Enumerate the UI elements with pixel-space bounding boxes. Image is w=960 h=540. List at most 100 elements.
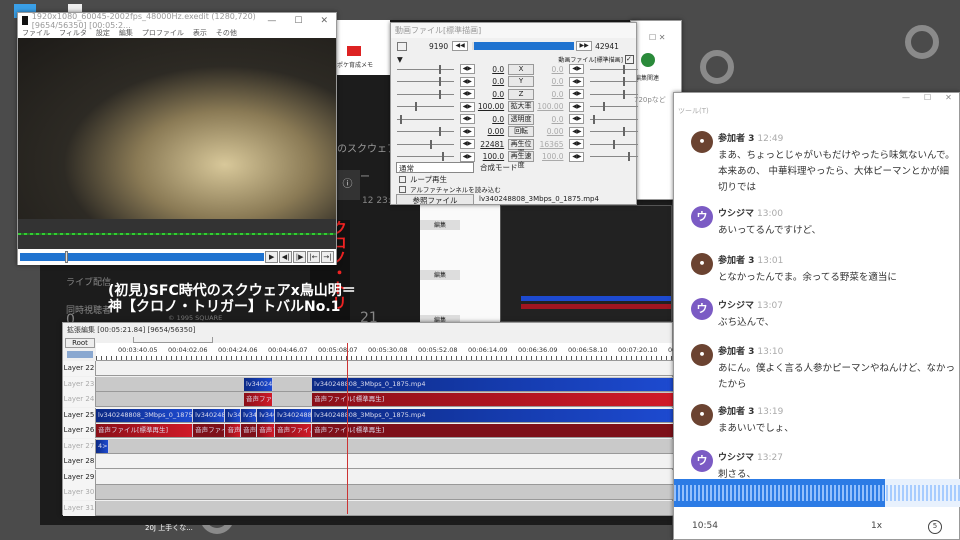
param-slider-left[interactable]: [397, 89, 454, 99]
param-end-value[interactable]: 0.0: [536, 65, 564, 74]
audio-waveform-scrubber[interactable]: [674, 479, 960, 507]
layer-track[interactable]: lv340248808_3Mbps_0_1875.mp4lv3402488lv3…: [96, 407, 674, 422]
frame-icon[interactable]: [397, 41, 407, 51]
timeline-clip[interactable]: lv34: [225, 408, 242, 422]
message-time[interactable]: 13:07: [757, 301, 783, 311]
timeline-clip[interactable]: 音声ファイル[標準再生]: [96, 424, 194, 437]
param-start-value[interactable]: 0.0: [477, 90, 504, 99]
timeline-clip[interactable]: 音声: [225, 424, 242, 437]
param-slider-left[interactable]: [397, 139, 454, 149]
timeline-clip[interactable]: lv340248808_3Mbps_0_1875.mp4: [312, 408, 674, 422]
param-button[interactable]: Y: [508, 76, 534, 87]
menu-view[interactable]: 表示: [193, 28, 207, 38]
message-time[interactable]: 13:10: [757, 347, 783, 357]
param-button[interactable]: X: [508, 63, 534, 75]
timeline-clip[interactable]: lv340248808: [275, 408, 313, 422]
forward-button[interactable]: ▶▶: [576, 41, 593, 51]
close-button[interactable]: ✕: [945, 93, 952, 102]
timeline-clip[interactable]: 音声ファイル[: [275, 424, 313, 437]
minimize-button[interactable]: —: [267, 16, 276, 26]
bookmark-folder[interactable]: 編集関連: [635, 73, 659, 82]
param-slider-right[interactable]: [590, 114, 638, 124]
timeline-clip[interactable]: lv340: [257, 408, 276, 422]
seek-handle[interactable]: [65, 251, 68, 263]
param-start-value[interactable]: 0.0: [477, 115, 504, 124]
layer-label[interactable]: Layer 29: [63, 469, 96, 485]
menu-tools[interactable]: ツール(T): [678, 106, 709, 116]
layer-track[interactable]: 4>(: [96, 438, 674, 453]
param-start-value[interactable]: 100.00: [477, 102, 504, 111]
layer-label[interactable]: Layer 24: [63, 392, 96, 407]
loop-checkbox[interactable]: [399, 175, 406, 183]
info-icon[interactable]: ⓘ: [335, 170, 360, 200]
param-end-value[interactable]: 0.0: [536, 90, 564, 99]
frame-range-bar[interactable]: [472, 42, 575, 50]
param-start-value[interactable]: 100.0: [477, 152, 504, 161]
seek-track[interactable]: [20, 251, 265, 263]
playhead-cursor[interactable]: [347, 343, 348, 514]
timeline-clip[interactable]: 音声ファ: [241, 424, 258, 437]
play-button[interactable]: ▶: [265, 251, 279, 263]
param-end-value[interactable]: 100.0: [536, 152, 563, 161]
timeline-clip[interactable]: 音声ファイル: [193, 424, 226, 437]
layer-track[interactable]: [96, 469, 674, 484]
layer-label[interactable]: Layer 23: [63, 376, 96, 392]
timeline-clip[interactable]: lv3402488: [193, 408, 226, 422]
param-slider-right[interactable]: [590, 64, 638, 74]
param-stepper[interactable]: ◀▶: [459, 89, 475, 99]
param-stepper[interactable]: ◀▶: [569, 76, 585, 87]
param-stepper[interactable]: ◀▶: [569, 139, 585, 149]
layer-label[interactable]: Layer 30: [63, 485, 96, 500]
alpha-checkbox[interactable]: [399, 185, 406, 193]
param-slider-right[interactable]: [590, 127, 638, 136]
bookmark-icon[interactable]: [347, 46, 361, 56]
param-stepper[interactable]: ◀▶: [569, 101, 585, 112]
param-stepper[interactable]: ◀▶: [569, 64, 585, 74]
param-slider-left[interactable]: [397, 114, 454, 124]
timeline-clip[interactable]: 音声フ: [257, 424, 276, 437]
playback-speed-button[interactable]: 1x: [871, 521, 882, 531]
layer-track[interactable]: [96, 500, 674, 515]
param-stepper[interactable]: ◀▶: [569, 126, 585, 137]
param-stepper[interactable]: ◀▶: [459, 101, 475, 112]
param-end-value[interactable]: 100.00: [536, 102, 563, 111]
message-time[interactable]: 13:27: [757, 453, 783, 463]
close-button[interactable]: ✕: [320, 16, 328, 26]
menu-other[interactable]: その他: [216, 28, 237, 38]
param-slider-left[interactable]: [397, 152, 454, 161]
param-end-value[interactable]: 0.00: [536, 127, 564, 136]
param-stepper[interactable]: ◀▶: [569, 114, 585, 124]
layer-label[interactable]: Layer 26: [63, 423, 96, 438]
edit-button[interactable]: 編集: [420, 270, 460, 280]
param-stepper[interactable]: ◀▶: [459, 64, 475, 74]
param-button[interactable]: 透明度: [508, 113, 534, 125]
param-button[interactable]: 拡大率: [508, 101, 534, 112]
layer-track[interactable]: [96, 361, 674, 375]
param-start-value[interactable]: 22481: [477, 140, 504, 149]
layer-label[interactable]: Layer 27: [63, 438, 96, 454]
prev-frame-button[interactable]: ◀|: [279, 251, 293, 263]
layer-track[interactable]: 音声ファイル[標準再生]音声ファイル音声音声ファ音声フ音声ファイル[音声ファイル…: [96, 423, 674, 437]
param-start-value[interactable]: 0.0: [477, 65, 504, 74]
layer-track[interactable]: lv340248 lv340248808_3Mbps_0_1875.mp4: [96, 376, 674, 391]
layer-track[interactable]: [96, 454, 674, 468]
go-end-button[interactable]: →|: [321, 251, 335, 263]
reference-file-button[interactable]: 参照ファイル: [396, 193, 474, 205]
param-slider-left[interactable]: [397, 77, 454, 86]
param-slider-left[interactable]: [397, 102, 454, 111]
timeline-clip[interactable]: lv340248808_3Mbps_0_1875.mp4: [312, 377, 674, 391]
next-frame-button[interactable]: |▶: [293, 251, 307, 263]
param-start-value[interactable]: 0.0: [477, 77, 504, 86]
param-end-value[interactable]: 0.0: [536, 115, 564, 124]
seek-bar[interactable]: ▶ ◀| |▶ |← →|: [18, 249, 336, 265]
rewind-button[interactable]: ◀◀: [452, 41, 469, 51]
edit-button[interactable]: 編集: [420, 220, 460, 230]
maximize-button[interactable]: ☐: [294, 16, 302, 26]
menu-settings[interactable]: 設定: [96, 28, 110, 38]
param-end-value[interactable]: 16365: [536, 140, 564, 149]
zoom-level-bar[interactable]: [67, 351, 93, 358]
replay-5-icon[interactable]: 5: [928, 520, 942, 534]
param-stepper[interactable]: ◀▶: [569, 151, 585, 162]
bookmark-label[interactable]: ポケ育成メモ: [337, 60, 373, 69]
menu-filter[interactable]: フィルタ: [59, 28, 87, 38]
